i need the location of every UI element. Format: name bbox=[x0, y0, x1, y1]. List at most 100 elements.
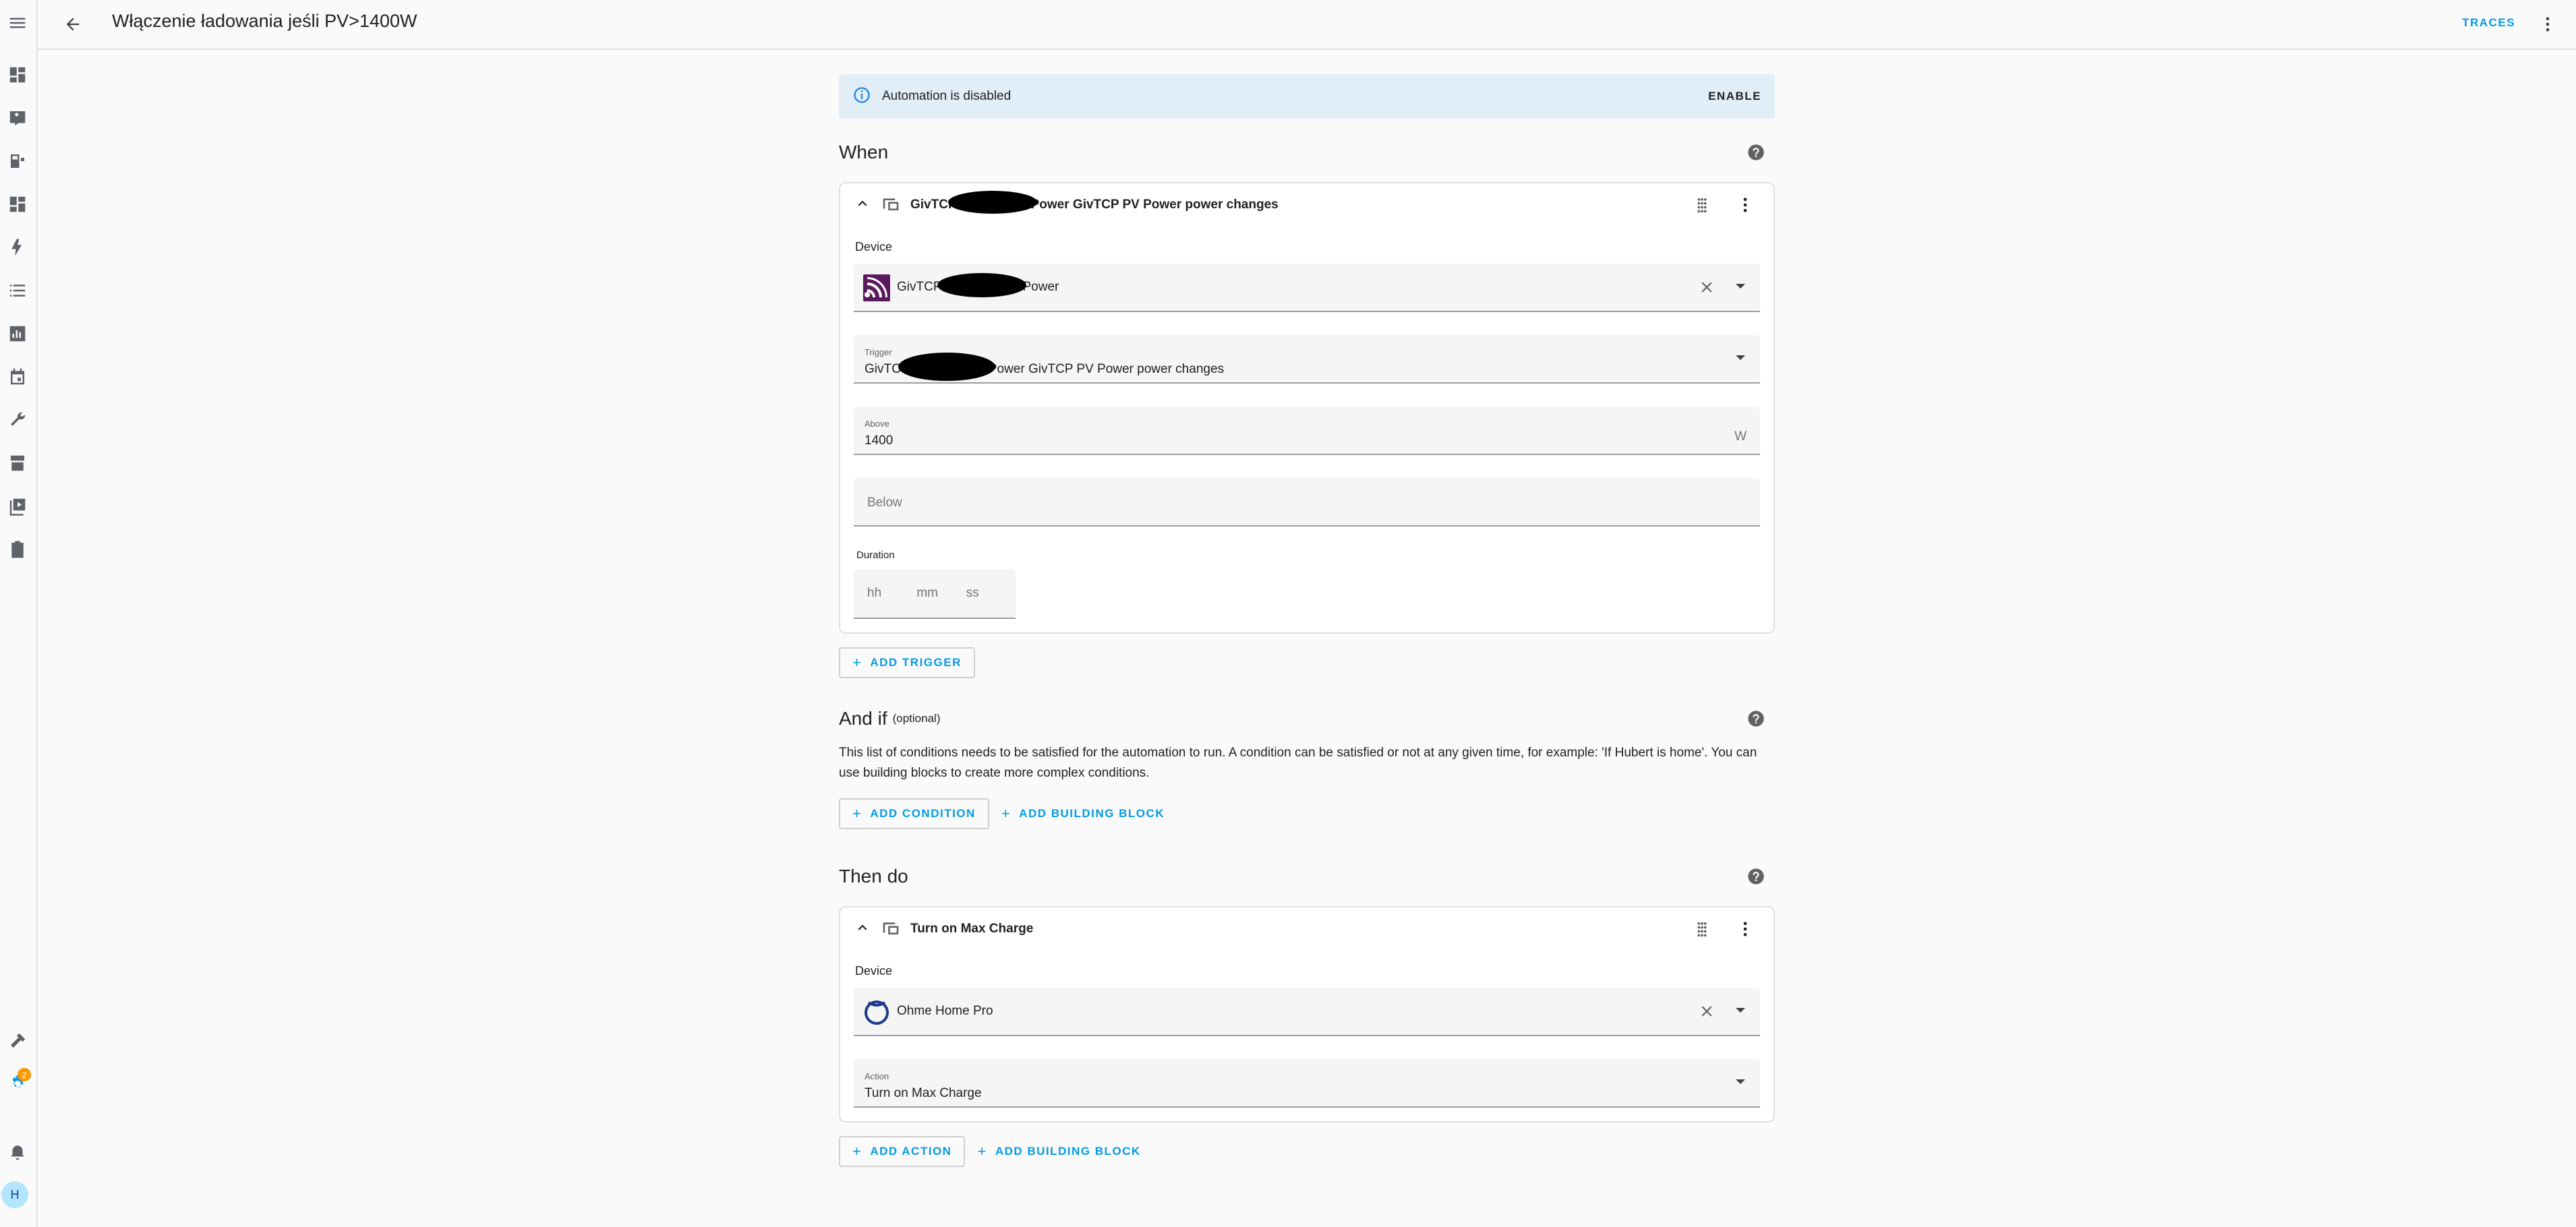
andif-title: And if bbox=[839, 708, 887, 729]
back-arrow-icon[interactable] bbox=[58, 9, 88, 39]
automation-editor: Automation is disabled ENABLE When GivTC… bbox=[839, 74, 1775, 1167]
more-vert-icon[interactable] bbox=[1736, 920, 1755, 942]
trigger-card-header[interactable]: GivTCP Power GivTCP PV Power power change… bbox=[854, 183, 1760, 227]
more-vert-icon[interactable] bbox=[2533, 9, 2563, 39]
info-icon bbox=[852, 86, 871, 108]
trigger-label: Trigger bbox=[865, 347, 892, 357]
add-trigger-button[interactable]: + ADD TRIGGER bbox=[839, 647, 975, 678]
disabled-banner: Automation is disabled ENABLE bbox=[839, 74, 1775, 119]
when-header: When bbox=[839, 132, 1775, 173]
traces-button[interactable]: TRACES bbox=[2462, 16, 2515, 30]
duration-hours[interactable]: hh bbox=[867, 586, 916, 601]
add-building-block-button[interactable]: + ADD BUILDING BLOCK bbox=[965, 1136, 1152, 1167]
then-header: Then do bbox=[839, 856, 1775, 897]
above-value: 1400 bbox=[865, 433, 894, 448]
above-input[interactable]: Above 1400 W bbox=[854, 407, 1760, 455]
drag-handle-icon[interactable] bbox=[1693, 920, 1711, 942]
trigger-value-part2: Power GivTCP PV Power power changes bbox=[988, 362, 1225, 376]
sidebar: 2 H bbox=[0, 0, 38, 1227]
logbook-icon[interactable] bbox=[3, 276, 32, 305]
device-label: Device bbox=[855, 964, 893, 978]
map-icon[interactable] bbox=[3, 103, 32, 133]
plus-icon: + bbox=[1001, 805, 1012, 822]
dropdown-arrow-icon[interactable] bbox=[1736, 355, 1745, 360]
bell-icon[interactable] bbox=[3, 1137, 32, 1166]
below-placeholder: Below bbox=[867, 496, 902, 510]
trigger-title-part2: Power GivTCP PV Power power changes bbox=[1030, 198, 1279, 212]
settings-icon[interactable]: 2 bbox=[3, 1068, 32, 1099]
add-action-label: ADD ACTION bbox=[870, 1145, 952, 1158]
device-picker[interactable]: Ohme Home Pro bbox=[854, 988, 1760, 1036]
optional-label: (optional) bbox=[892, 712, 941, 725]
add-condition-label: ADD CONDITION bbox=[870, 807, 976, 820]
plus-icon: + bbox=[852, 654, 862, 671]
device-label: Device bbox=[855, 240, 893, 253]
device-icon bbox=[871, 918, 901, 941]
action-value: Turn on Max Charge bbox=[865, 1086, 982, 1100]
duration-seconds[interactable]: ss bbox=[966, 586, 1016, 601]
add-building-block-label: ADD BUILDING BLOCK bbox=[1019, 807, 1165, 820]
help-icon[interactable] bbox=[1747, 709, 1765, 728]
enable-button[interactable]: ENABLE bbox=[1708, 90, 1761, 103]
top-bar: Włączenie ładowania jeśli PV>1400W TRACE… bbox=[38, 0, 2576, 50]
device-icon bbox=[871, 193, 901, 217]
wrench-icon[interactable] bbox=[3, 405, 32, 435]
plus-icon: + bbox=[852, 1143, 862, 1160]
dropdown-arrow-icon[interactable] bbox=[1736, 284, 1745, 289]
history-icon[interactable] bbox=[3, 319, 32, 349]
overview-icon[interactable] bbox=[3, 60, 32, 90]
chevron-up-icon[interactable] bbox=[854, 919, 871, 940]
duration-label: Duration bbox=[856, 549, 895, 561]
clear-icon[interactable] bbox=[1698, 278, 1716, 299]
duration-input[interactable]: hh mm ss bbox=[854, 569, 1016, 619]
menu-icon[interactable] bbox=[3, 8, 32, 38]
action-title: Turn on Max Charge bbox=[910, 922, 1034, 936]
device-name: Ohme Home Pro bbox=[897, 1004, 993, 1018]
then-title: Then do bbox=[839, 866, 908, 887]
drag-handle-icon[interactable] bbox=[1693, 196, 1711, 218]
device-name-part2: Power bbox=[1022, 280, 1059, 294]
redaction-mark bbox=[937, 273, 1026, 297]
above-label: Above bbox=[865, 419, 889, 429]
page-title: Włączenie ładowania jeśli PV>1400W bbox=[112, 11, 417, 31]
conditions-description: This list of conditions needs to be sati… bbox=[839, 746, 1757, 780]
clear-icon[interactable] bbox=[1698, 1002, 1716, 1023]
dropdown-arrow-icon[interactable] bbox=[1736, 1008, 1745, 1013]
action-label: Action bbox=[865, 1071, 889, 1081]
add-building-block-button[interactable]: + ADD BUILDING BLOCK bbox=[989, 798, 1177, 829]
store-icon[interactable] bbox=[3, 448, 32, 478]
givtcp-logo-icon bbox=[863, 274, 890, 301]
add-building-block-label: ADD BUILDING BLOCK bbox=[995, 1145, 1141, 1158]
when-title: When bbox=[839, 142, 889, 162]
dashboard-icon[interactable] bbox=[3, 189, 32, 219]
above-unit: W bbox=[1734, 429, 1747, 444]
duration-minutes[interactable]: mm bbox=[916, 586, 966, 601]
device-picker[interactable]: GivTCP Power bbox=[854, 264, 1760, 312]
more-vert-icon[interactable] bbox=[1736, 196, 1755, 218]
trigger-select[interactable]: Trigger GivTC Power GivTCP PV Power power… bbox=[854, 335, 1760, 384]
below-input[interactable]: Below bbox=[854, 478, 1760, 527]
media-icon[interactable] bbox=[3, 491, 32, 521]
add-trigger-label: ADD TRIGGER bbox=[870, 656, 962, 669]
action-card-header[interactable]: Turn on Max Charge bbox=[854, 907, 1760, 951]
add-action-button[interactable]: + ADD ACTION bbox=[839, 1136, 966, 1167]
action-select[interactable]: Action Turn on Max Charge bbox=[854, 1059, 1760, 1108]
dropdown-arrow-icon[interactable] bbox=[1736, 1079, 1745, 1084]
banner-text: Automation is disabled bbox=[882, 89, 1012, 103]
trigger-card: GivTCP Power GivTCP PV Power power change… bbox=[839, 182, 1775, 634]
help-icon[interactable] bbox=[1747, 867, 1765, 886]
todo-icon[interactable] bbox=[3, 535, 32, 564]
plus-icon: + bbox=[977, 1143, 987, 1160]
avatar[interactable]: H bbox=[1, 1181, 28, 1208]
notification-badge: 2 bbox=[18, 1068, 31, 1081]
trigger-value-part1: GivTC bbox=[865, 362, 901, 376]
action-card: Turn on Max Charge Device Ohme Home Pro … bbox=[839, 906, 1775, 1123]
chevron-up-icon[interactable] bbox=[854, 195, 871, 216]
help-icon[interactable] bbox=[1747, 143, 1765, 162]
hammer-icon[interactable] bbox=[3, 1026, 32, 1056]
energy-icon[interactable] bbox=[3, 146, 32, 176]
redaction-mark bbox=[898, 353, 995, 381]
add-condition-button[interactable]: + ADD CONDITION bbox=[839, 798, 989, 829]
calendar-icon[interactable] bbox=[3, 362, 32, 392]
lightning-icon[interactable] bbox=[3, 233, 32, 262]
